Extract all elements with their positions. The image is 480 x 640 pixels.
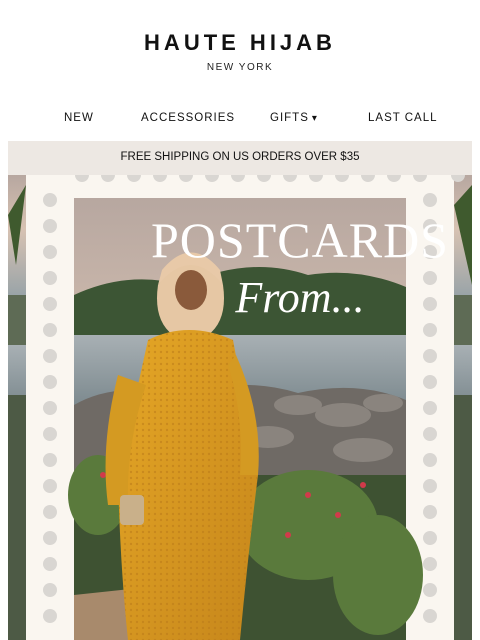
shipping-banner[interactable]: FREE SHIPPING ON US ORDERS OVER $35 (8, 141, 472, 175)
nav-item-gifts-label: GIFTS (270, 112, 309, 124)
chevron-down-icon: ▾ (311, 113, 318, 124)
hero-title-line1: POSTCARDS (151, 212, 449, 268)
nav-item-accessories[interactable]: ACCESSORIES (141, 112, 235, 124)
hero-title-line2: From... (234, 273, 364, 322)
brand-location: NEW YORK (206, 62, 274, 73)
nav-item-last-call[interactable]: LAST CALL (368, 112, 438, 124)
email-header: HAUTE HIJAB NEW YORK (0, 0, 480, 100)
shipping-banner-text: FREE SHIPPING ON US ORDERS OVER $35 (120, 151, 360, 163)
nav-item-new[interactable]: NEW (64, 112, 94, 124)
hero-postcard-stamp: POSTCARDS From... (8, 175, 472, 640)
brand-logo[interactable]: HAUTE HIJAB (0, 30, 480, 56)
main-nav: NEW ACCESSORIES GIFTS ▾ LAST CALL (8, 106, 472, 132)
hero-image[interactable]: POSTCARDS From... (8, 175, 472, 640)
nav-item-gifts[interactable]: GIFTS ▾ (270, 112, 318, 124)
